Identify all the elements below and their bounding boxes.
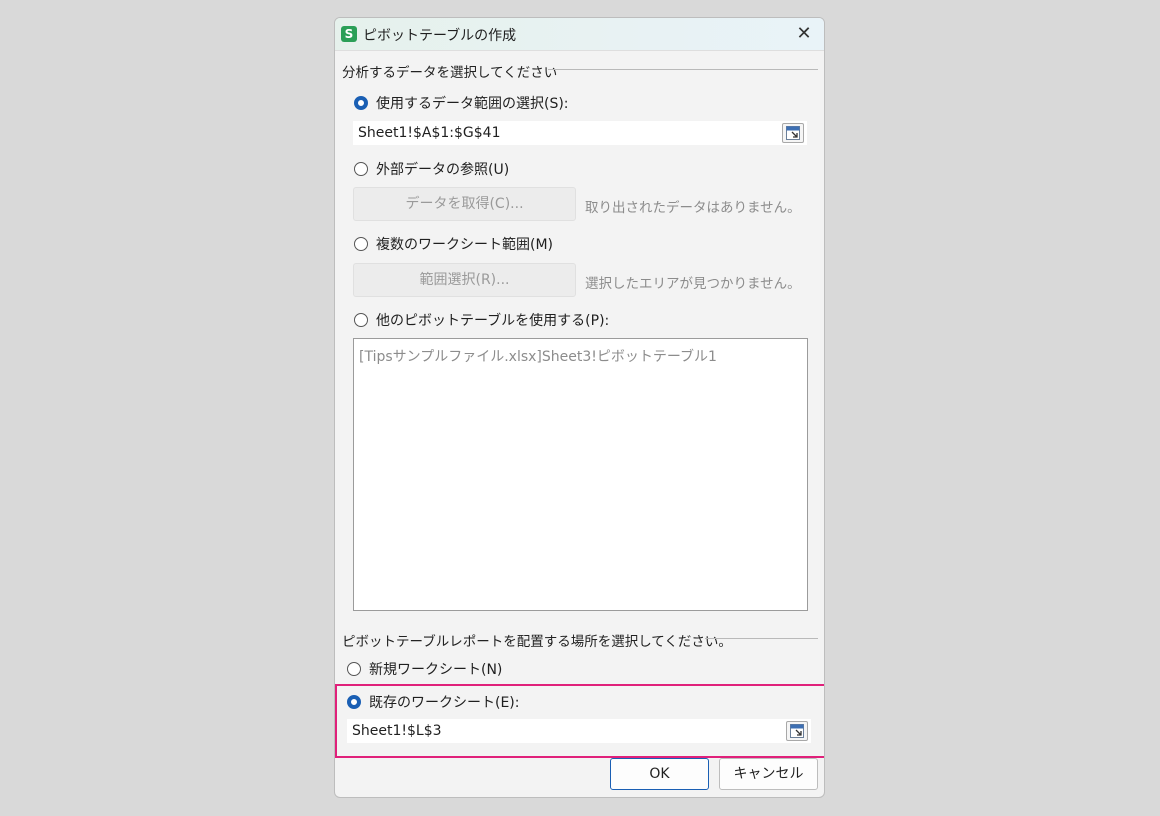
external-data-option[interactable]: 外部データの参照(U) <box>354 159 509 179</box>
other-pivot-radio[interactable] <box>354 313 368 327</box>
close-button[interactable]: ✕ <box>792 22 816 46</box>
destination-group-label: ピボットテーブルレポートを配置する場所を選択してください。 <box>342 634 732 650</box>
no-data-hint: 取り出されたデータはありません。 <box>585 200 801 216</box>
new-sheet-option[interactable]: 新規ワークシート(N) <box>347 659 502 679</box>
use-range-label: 使用するデータ範囲の選択(S): <box>376 96 569 112</box>
range-picker-button[interactable] <box>782 123 804 143</box>
pivot-table-list[interactable]: [Tipsサンプルファイル.xlsx]Sheet3!ピボットテーブル1 <box>353 338 808 611</box>
dialog-title: ピボットテーブルの作成 <box>363 28 517 44</box>
no-area-hint: 選択したエリアが見つかりません。 <box>585 276 801 292</box>
range-picker-icon <box>786 126 800 140</box>
data-range-input[interactable]: Sheet1!$A$1:$G$41 <box>353 121 807 145</box>
other-pivot-label: 他のピボットテーブルを使用する(P): <box>376 313 610 329</box>
external-data-label: 外部データの参照(U) <box>376 162 510 178</box>
multi-sheet-radio[interactable] <box>354 237 368 251</box>
range-picker-icon <box>790 724 804 738</box>
title-bar: S ピボットテーブルの作成 ✕ <box>335 18 824 51</box>
get-data-button: データを取得(C)... <box>353 187 576 221</box>
cancel-button[interactable]: キャンセル <box>719 758 818 790</box>
list-item[interactable]: [Tipsサンプルファイル.xlsx]Sheet3!ピボットテーブル1 <box>359 346 717 366</box>
multi-sheet-label: 複数のワークシート範囲(M) <box>376 237 554 253</box>
new-sheet-label: 新規ワークシート(N) <box>369 662 503 678</box>
other-pivot-option[interactable]: 他のピボットテーブルを使用する(P): <box>354 310 609 330</box>
use-range-radio[interactable] <box>354 96 368 110</box>
destination-range-input[interactable]: Sheet1!$L$3 <box>347 719 811 743</box>
existing-sheet-option[interactable]: 既存のワークシート(E): <box>347 692 520 712</box>
external-data-radio[interactable] <box>354 162 368 176</box>
ok-button[interactable]: OK <box>610 758 709 790</box>
new-sheet-radio[interactable] <box>347 662 361 676</box>
create-pivot-table-dialog: S ピボットテーブルの作成 ✕ 分析するデータを選択してください 使用するデータ… <box>334 17 825 798</box>
use-range-option[interactable]: 使用するデータ範囲の選択(S): <box>354 93 569 113</box>
source-group-divider <box>548 69 818 70</box>
multi-sheet-option[interactable]: 複数のワークシート範囲(M) <box>354 234 553 254</box>
spreadsheet-app-icon: S <box>341 26 357 42</box>
destination-picker-button[interactable] <box>786 721 808 741</box>
source-group-label: 分析するデータを選択してください <box>342 65 558 81</box>
destination-group-divider <box>705 638 818 639</box>
close-icon: ✕ <box>796 23 812 44</box>
existing-sheet-label: 既存のワークシート(E): <box>369 695 520 711</box>
existing-sheet-radio[interactable] <box>347 695 361 709</box>
range-select-button: 範囲選択(R)... <box>353 263 576 297</box>
